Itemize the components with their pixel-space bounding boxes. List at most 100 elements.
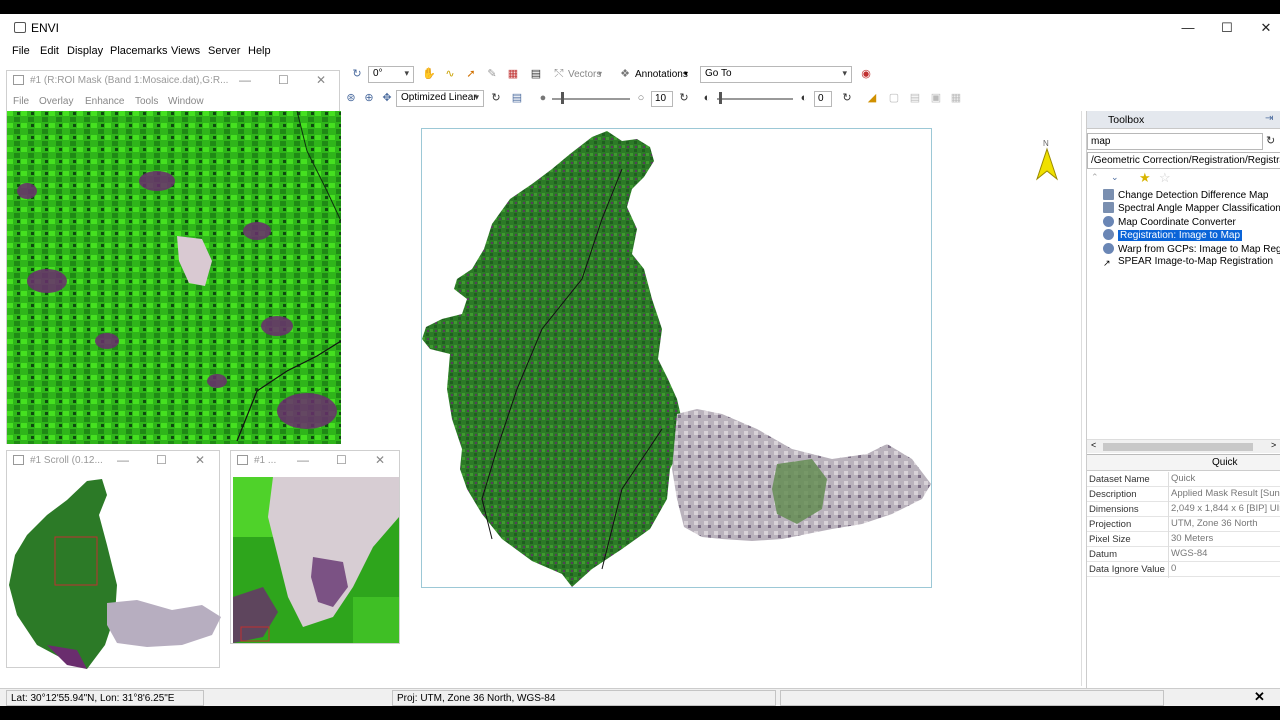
image-frame[interactable] [421, 128, 932, 588]
layout-icon-3[interactable]: ▣ [929, 91, 943, 105]
spear-icon: ↗ [1103, 258, 1111, 268]
toolbox-horizontal-scrollbar[interactable]: < > [1087, 439, 1280, 453]
pin-icon[interactable]: ⇥ [1265, 113, 1273, 124]
quick-info-row: Description Applied Mask Result [Sun N [1087, 487, 1280, 502]
profile-icon[interactable]: ➚ [464, 67, 478, 81]
quick-info-value: 0 [1171, 563, 1177, 574]
rotation-select[interactable]: 0° ▾ [368, 66, 414, 83]
main-toolbar: ↻ 0° ▾ ✋ ∿ ➚ ✎ ▦ ▤ ⤲ Vectors ▾ ❖ Annotati… [340, 64, 1280, 86]
toolbox-item[interactable]: Map Coordinate Converter [1103, 215, 1236, 229]
refresh-icon[interactable]: ↻ [1266, 134, 1275, 147]
crosshair-icon[interactable]: ⊕ [362, 91, 376, 105]
refresh-icon[interactable]: ↻ [489, 91, 503, 105]
toolbox-item[interactable]: Warp from GCPs: Image to Map Registr [1103, 242, 1280, 256]
main-image-view[interactable]: N [340, 111, 1082, 686]
zoom-fit-icon[interactable]: ⊛ [344, 91, 358, 105]
close-button[interactable]: ✕ [316, 73, 326, 87]
rotate-icon[interactable]: ↻ [350, 67, 364, 81]
favorite-star-icon[interactable]: ★ [1139, 170, 1151, 186]
brightness-slider-thumb[interactable] [561, 92, 564, 104]
measure-icon[interactable]: ◢ [865, 91, 879, 105]
maximize-button[interactable]: ☐ [336, 453, 347, 467]
scroll-right-icon[interactable]: > [1271, 440, 1276, 450]
image-window-canvas[interactable] [7, 110, 342, 444]
image-window-title: #1 (R:ROI Mask (Band 1:Mosaice.dat),G:R.… [30, 75, 229, 86]
vectors-dropdown[interactable]: Vectors [568, 69, 601, 80]
toolbox-item-label: Warp from GCPs: Image to Map Registr [1118, 243, 1280, 255]
stretch-select[interactable]: Optimized Linear ▾ [396, 90, 484, 107]
image-menu-overlay[interactable]: Overlay [39, 96, 73, 107]
close-status-icon[interactable]: ✕ [1254, 689, 1265, 705]
quick-info-key: Dataset Name [1089, 474, 1150, 485]
annotation-icon[interactable]: ❖ [618, 67, 632, 81]
quick-info-key: Description [1089, 489, 1137, 500]
status-latlon: Lat: 30°12'55.94"N, Lon: 31°8'6.25"E [6, 690, 204, 706]
menu-edit[interactable]: Edit [40, 45, 59, 57]
quick-info-panel: Quick Dataset Name Quick Description Applie… [1087, 454, 1280, 688]
quick-info-value: WGS-84 [1171, 548, 1208, 559]
pan-icon[interactable]: ✋ [422, 67, 436, 81]
scroll-window-canvas[interactable] [7, 475, 221, 669]
maximize-button[interactable]: ☐ [278, 73, 289, 87]
quick-column-divider [1168, 472, 1169, 578]
image-menu-file[interactable]: File [13, 96, 29, 107]
collapse-icon[interactable]: ⌃ [1091, 172, 1099, 183]
graph-icon[interactable]: ∿ [443, 67, 457, 81]
maximize-button[interactable]: ☐ [156, 453, 167, 467]
menu-help[interactable]: Help [248, 45, 271, 57]
layout-icon-2[interactable]: ▤ [908, 91, 922, 105]
goto-value: Go To [705, 68, 732, 79]
film-icon[interactable]: ▤ [529, 67, 543, 81]
transparency-slider-thumb[interactable] [719, 92, 722, 104]
close-button[interactable]: ✕ [375, 453, 385, 467]
menu-placemarks[interactable]: Placemarks [110, 45, 167, 57]
close-button[interactable]: ✕ [1246, 14, 1280, 42]
close-button[interactable]: ✕ [195, 453, 205, 467]
toolbox-item[interactable]: Change Detection Difference Map [1103, 189, 1268, 202]
toolbox-item[interactable]: ↗ SPEAR Image-to-Map Registration [1103, 256, 1273, 269]
reset-icon[interactable]: ↻ [677, 91, 691, 105]
image-menu-enhance[interactable]: Enhance [85, 96, 124, 107]
navigate-icon[interactable]: ✥ [380, 91, 394, 105]
scrollbar-thumb[interactable] [1103, 443, 1253, 451]
quick-info-value: UTM, Zone 36 North [1171, 518, 1258, 529]
annotations-dropdown[interactable]: Annotations [635, 69, 688, 80]
layout-icon-1[interactable]: ▢ [887, 91, 901, 105]
menu-file[interactable]: File [12, 45, 30, 57]
north-arrow-icon: N [1035, 139, 1059, 183]
layout-icon-4[interactable]: ▦ [949, 91, 963, 105]
minimize-button[interactable]: — [117, 453, 129, 467]
menu-views[interactable]: Views [171, 45, 200, 57]
minimize-button[interactable]: — [297, 453, 309, 467]
edit-icon[interactable]: ✎ [485, 67, 499, 81]
histogram-icon[interactable]: ▤ [510, 91, 524, 105]
scroll-left-icon[interactable]: < [1091, 440, 1096, 450]
spectral-icon[interactable]: ▦ [506, 67, 520, 81]
minimize-button[interactable]: — [1168, 14, 1208, 42]
menu-display[interactable]: Display [67, 45, 103, 57]
expand-icon[interactable]: ⌄ [1111, 172, 1119, 183]
star-outline-icon[interactable]: ☆ [1159, 170, 1171, 186]
goto-select[interactable]: Go To ▾ [700, 66, 852, 83]
menu-server[interactable]: Server [208, 45, 240, 57]
toolbox-item-label: Change Detection Difference Map [1118, 190, 1269, 201]
refresh-icon[interactable]: ↻ [840, 91, 854, 105]
sharpen-value[interactable]: 10 [651, 91, 673, 107]
envi-app-icon [14, 22, 26, 33]
quick-info-value: 2,049 x 1,844 x 6 [BIP] UInt [1171, 503, 1280, 514]
toolbox-item[interactable]: Registration: Image to Map [1103, 229, 1243, 242]
stop-icon[interactable]: ◉ [859, 67, 873, 81]
image-window-menubar: File Overlay Enhance Tools Window [7, 93, 341, 111]
zoom-window-canvas[interactable] [233, 477, 399, 643]
minimize-button[interactable]: — [239, 73, 251, 87]
transparency-value[interactable]: 0 [814, 91, 832, 107]
menu-bar: File Edit Display Placemarks Views Serve… [0, 42, 1280, 62]
vectors-icon[interactable]: ⤲ [552, 67, 566, 81]
toolbox-item[interactable]: Spectral Angle Mapper Classification [1103, 202, 1280, 215]
transparency-slider[interactable] [717, 98, 793, 100]
toolbox-search-input[interactable]: map [1087, 133, 1263, 150]
image-menu-window[interactable]: Window [168, 96, 204, 107]
maximize-button[interactable]: ☐ [1207, 14, 1247, 42]
image-menu-tools[interactable]: Tools [135, 96, 158, 107]
window-icon [237, 455, 248, 465]
